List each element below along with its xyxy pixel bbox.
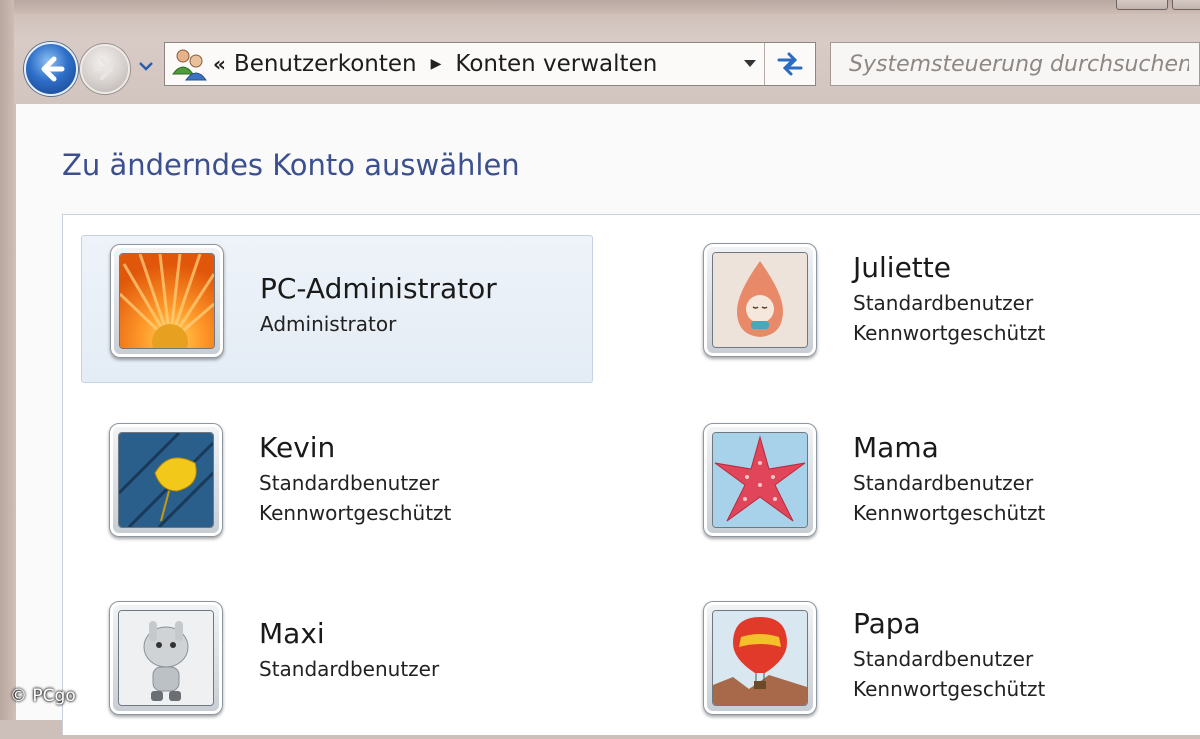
account-password-status: Kennwortgeschützt [853,501,1046,525]
account-type: Standardbenutzer [259,471,440,495]
account-mama[interactable]: Mama Standardbenutzer Kennwortgeschützt [683,413,1200,561]
account-picture [703,243,817,357]
back-button[interactable] [24,42,78,96]
close-button[interactable] [1172,0,1200,10]
window-frame-left [0,0,14,720]
back-arrow-icon [41,56,65,82]
breadcrumb-overflow[interactable]: « [213,52,226,76]
account-juliette[interactable]: Juliette Standardbenutzer Kennwortgeschü… [683,235,1200,383]
chevron-down-icon [744,60,756,67]
account-picture [109,601,223,715]
robot-picture [118,610,214,706]
breadcrumb-konten-verwalten[interactable]: Konten verwalten [455,51,657,77]
account-name: Mama [853,431,939,464]
account-name: Kevin [259,431,336,464]
account-name: PC-Administrator [260,272,497,305]
account-type: Standardbenutzer [853,291,1034,315]
account-password-status: Kennwortgeschützt [853,321,1046,345]
account-picture [109,423,223,537]
recent-pages-button[interactable] [136,58,156,74]
maximize-button[interactable] [1116,0,1168,10]
window-frame-top [0,0,1200,14]
account-name: Papa [853,607,921,640]
refresh-icon [777,52,803,76]
account-picture [703,601,817,715]
account-type: Standardbenutzer [853,471,1034,495]
forward-arrow-icon [94,58,113,80]
flower-picture [119,253,215,349]
user-accounts-icon [169,44,209,84]
account-picture [703,423,817,537]
starfish-picture [712,432,808,528]
account-kevin[interactable]: Kevin Standardbenutzer Kennwortgeschützt [81,413,593,561]
search-input[interactable] [847,50,1191,78]
account-name: Maxi [259,617,325,650]
account-type: Standardbenutzer [259,657,440,681]
page-title: Zu änderndes Konto auswählen [62,148,520,182]
account-pc-administrator[interactable]: PC-Administrator Administrator [81,235,593,383]
doll-picture [712,252,808,348]
chevron-down-icon [139,62,153,71]
address-bar[interactable]: « Benutzerkonten ▶ Konten verwalten [164,42,816,86]
forward-button[interactable] [80,44,130,94]
breadcrumb-benutzerkonten[interactable]: Benutzerkonten [234,51,417,77]
leaf-picture [118,432,214,528]
account-password-status: Kennwortgeschützt [853,677,1046,701]
account-maxi[interactable]: Maxi Standardbenutzer [81,591,593,739]
account-type: Administrator [260,312,397,336]
accounts-panel: PC-Administrator Administrator Juliette … [62,214,1200,735]
address-dropdown-button[interactable] [743,57,757,73]
account-picture [110,244,224,358]
account-papa[interactable]: Papa Standardbenutzer Kennwortgeschützt [683,591,1200,739]
account-type: Standardbenutzer [853,647,1034,671]
account-name: Juliette [853,251,951,284]
balloon-picture [712,610,808,706]
refresh-button[interactable] [764,43,815,85]
content-area: Zu änderndes Konto auswählen PC-Administ… [16,104,1200,735]
account-password-status: Kennwortgeschützt [259,501,452,525]
copyright-watermark: © PCgo [10,686,76,706]
search-box[interactable] [830,42,1200,86]
breadcrumb-separator[interactable]: ▶ [431,56,442,72]
